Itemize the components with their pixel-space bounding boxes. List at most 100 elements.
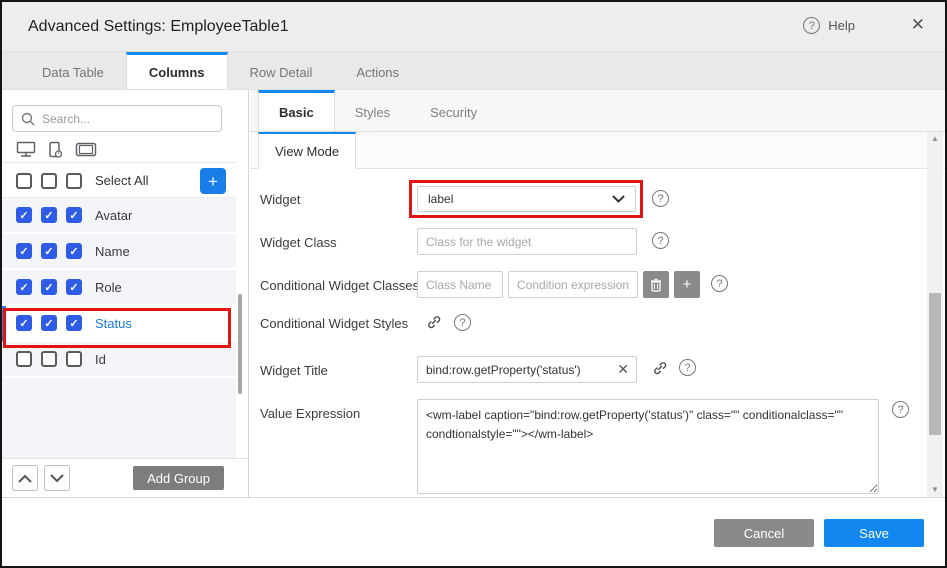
checkbox[interactable]: ✓: [16, 207, 32, 223]
condition-expression-input[interactable]: [508, 271, 638, 298]
mobile-icon[interactable]: [48, 141, 63, 159]
scroll-up-icon[interactable]: ▲: [927, 132, 943, 146]
checkbox[interactable]: [16, 351, 32, 367]
move-down-button[interactable]: [44, 465, 70, 491]
conditional-classes-label: Conditional Widget Classes: [260, 278, 419, 293]
desktop-icon[interactable]: [16, 141, 36, 158]
class-name-input[interactable]: [417, 271, 503, 298]
column-row-avatar[interactable]: ✓ ✓ ✓ Avatar: [2, 198, 236, 234]
clear-icon[interactable]: ✕: [617, 361, 629, 378]
tab-data-table[interactable]: Data Table: [20, 52, 126, 89]
sidebar-controls: Add Group: [2, 458, 248, 497]
widget-label: Widget: [260, 192, 300, 207]
checkbox[interactable]: ✓: [41, 279, 57, 295]
checkbox[interactable]: ✓: [41, 207, 57, 223]
column-name: Name: [95, 244, 130, 259]
panel-scrollbar[interactable]: ▲ ▼: [927, 132, 943, 497]
scroll-down-icon[interactable]: ▼: [927, 483, 943, 497]
widget-class-input[interactable]: [417, 228, 637, 255]
cancel-button[interactable]: Cancel: [714, 519, 814, 547]
main-tab-bar: Data Table Columns Row Detail Actions: [2, 52, 945, 90]
dialog-footer: Cancel Save: [2, 497, 945, 566]
chevron-down-icon: [50, 474, 64, 483]
tablet-icon[interactable]: [75, 142, 97, 157]
help-icon: ?: [803, 17, 820, 34]
conditional-styles-label: Conditional Widget Styles: [260, 316, 408, 331]
widget-select[interactable]: label: [417, 186, 636, 212]
add-column-button[interactable]: +: [200, 168, 226, 194]
checkbox[interactable]: [41, 351, 57, 367]
advanced-settings-dialog: Advanced Settings: EmployeeTable1 ? Help…: [0, 0, 947, 568]
checkbox[interactable]: [66, 351, 82, 367]
basic-settings-form: Widget label ? Widget Class ? Conditiona…: [250, 169, 945, 497]
tab-row-detail[interactable]: Row Detail: [228, 52, 335, 89]
search-input[interactable]: [42, 112, 202, 126]
widget-title-label: Widget Title: [260, 363, 328, 378]
column-name: Avatar: [95, 208, 132, 223]
widget-help-icon[interactable]: ?: [652, 190, 669, 207]
conditional-classes-help-icon[interactable]: ?: [711, 275, 728, 292]
widget-title-help-icon[interactable]: ?: [679, 359, 696, 376]
help-label: Help: [828, 18, 855, 33]
column-row-role[interactable]: ✓ ✓ ✓ Role: [2, 270, 236, 306]
tab-styles[interactable]: Styles: [335, 90, 410, 131]
search-box: [12, 105, 222, 132]
select-all-checkbox-desktop[interactable]: [16, 173, 32, 189]
widget-class-label: Widget Class: [260, 235, 337, 250]
tab-actions[interactable]: Actions: [334, 52, 421, 89]
column-name: Id: [95, 352, 106, 367]
value-expression-label: Value Expression: [260, 406, 360, 421]
widget-select-value: label: [428, 192, 453, 206]
trash-icon: [650, 278, 662, 292]
value-expression-help-icon[interactable]: ?: [892, 401, 909, 418]
settings-tab-bar: Basic Styles Security: [250, 90, 945, 132]
columns-sidebar: Select All + ✓ ✓ ✓ Avatar ✓ ✓ ✓ Name ✓: [2, 90, 249, 497]
delete-condition-button[interactable]: [643, 271, 669, 298]
tab-columns[interactable]: Columns: [126, 52, 228, 89]
checkbox[interactable]: ✓: [66, 243, 82, 259]
dialog-body: Select All + ✓ ✓ ✓ Avatar ✓ ✓ ✓ Name ✓: [2, 90, 945, 497]
checkbox[interactable]: ✓: [41, 243, 57, 259]
checkbox[interactable]: ✓: [16, 279, 32, 295]
bind-link-icon[interactable]: [652, 360, 668, 376]
checkbox[interactable]: ✓: [16, 315, 32, 331]
plus-icon: +: [683, 276, 692, 293]
add-condition-button[interactable]: +: [674, 271, 700, 298]
value-expression-textarea[interactable]: <wm-label caption="bind:row.getProperty(…: [417, 399, 879, 494]
conditional-styles-help-icon[interactable]: ?: [454, 314, 471, 331]
scrollbar-thumb[interactable]: [929, 293, 941, 435]
add-group-button[interactable]: Add Group: [133, 466, 224, 490]
select-all-row: Select All +: [2, 164, 236, 198]
select-all-label: Select All: [95, 173, 148, 188]
checkbox[interactable]: ✓: [66, 315, 82, 331]
plus-icon: +: [208, 172, 218, 191]
subtab-bar: View Mode: [250, 132, 945, 169]
column-row-id[interactable]: Id: [2, 342, 236, 378]
tab-security[interactable]: Security: [410, 90, 497, 131]
select-all-checkbox-mobile[interactable]: [41, 173, 57, 189]
tab-view-mode[interactable]: View Mode: [258, 132, 356, 169]
checkbox[interactable]: ✓: [16, 243, 32, 259]
column-list: ✓ ✓ ✓ Avatar ✓ ✓ ✓ Name ✓ ✓ ✓ Role: [2, 198, 236, 458]
bind-link-icon[interactable]: [426, 314, 442, 330]
search-icon: [21, 112, 35, 126]
widget-title-input[interactable]: [417, 356, 637, 383]
widget-class-help-icon[interactable]: ?: [652, 232, 669, 249]
save-button[interactable]: Save: [824, 519, 924, 547]
help-button[interactable]: ? Help: [803, 17, 855, 34]
select-all-checkbox-tablet[interactable]: [66, 173, 82, 189]
chevron-down-icon: [612, 192, 625, 206]
sidebar-scrollbar[interactable]: [238, 294, 242, 394]
checkbox[interactable]: ✓: [66, 207, 82, 223]
tab-basic[interactable]: Basic: [258, 90, 335, 131]
column-name: Role: [95, 280, 122, 295]
column-settings-panel: Basic Styles Security View Mode Widget l…: [250, 90, 945, 497]
chevron-up-icon: [18, 474, 32, 483]
close-icon[interactable]: ✕: [911, 15, 925, 35]
checkbox[interactable]: ✓: [41, 315, 57, 331]
dialog-header: Advanced Settings: EmployeeTable1 ? Help…: [2, 2, 945, 52]
move-up-button[interactable]: [12, 465, 38, 491]
column-row-name[interactable]: ✓ ✓ ✓ Name: [2, 234, 236, 270]
checkbox[interactable]: ✓: [66, 279, 82, 295]
column-row-status[interactable]: ✓ ✓ ✓ Status: [2, 306, 236, 342]
